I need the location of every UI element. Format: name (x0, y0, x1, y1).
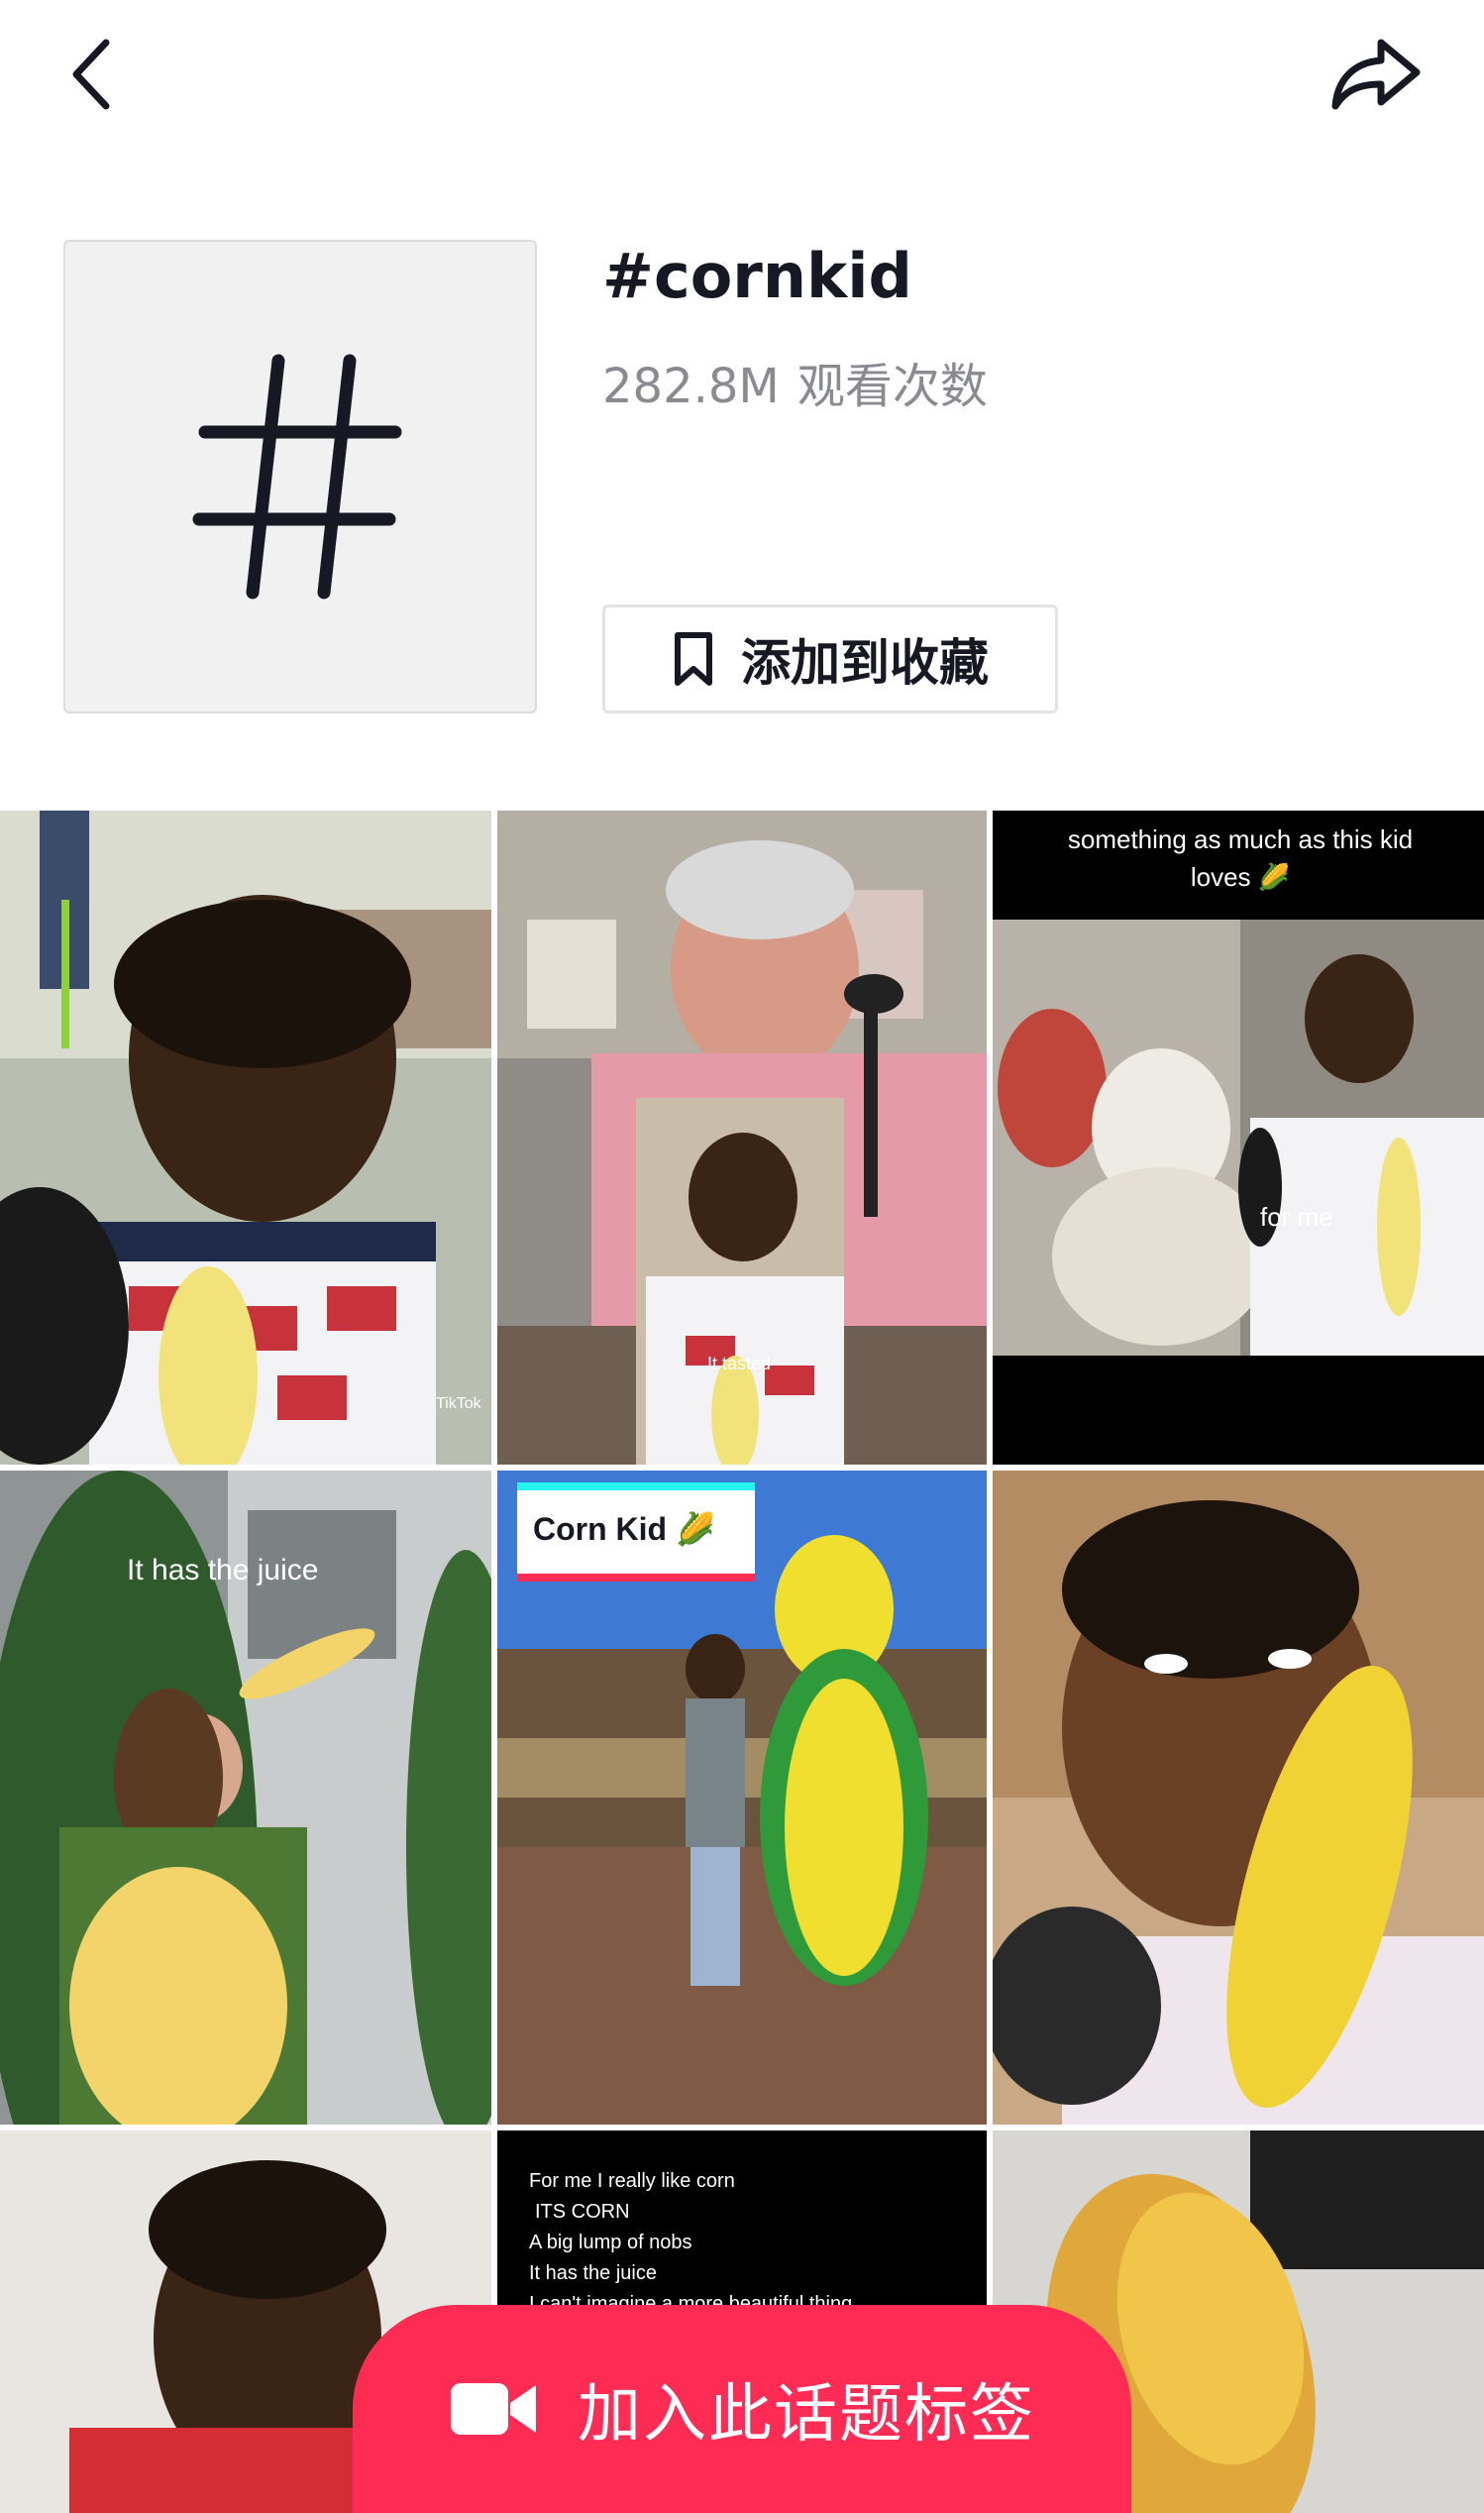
join-hashtag-label: 加入此话题标签 (578, 2378, 1035, 2452)
share-button[interactable] (1323, 30, 1431, 119)
video-thumbnail-image (497, 1471, 987, 2125)
video-caption: It tasted (707, 1354, 772, 1373)
video-thumbnail[interactable]: It tasted (497, 811, 987, 1465)
join-hashtag-button[interactable]: 加入此话题标签 (353, 2305, 1131, 2513)
video-thumbnail-image (0, 811, 491, 1465)
video-thumbnail[interactable]: TikTok (0, 811, 491, 1465)
video-caption: something as much as this kid loves 🌽 (1067, 824, 1414, 892)
hashtag-cover (63, 240, 537, 713)
video-thumbnail-image (993, 811, 1484, 1465)
video-grid: TikTok It tasted something as much as th… (0, 811, 1484, 2513)
video-thumbnail[interactable]: Corn Kid 🌽 (497, 1471, 987, 2125)
top-bar (0, 0, 1484, 159)
video-caption: Corn Kid 🌽 (533, 1511, 715, 1547)
video-thumbnail-image (993, 1471, 1484, 2125)
view-count: 282.8M 观看次数 (602, 347, 988, 416)
hashtag-title: #cornkid (602, 240, 912, 312)
video-thumbnail[interactable]: It has the juice (0, 1471, 491, 2125)
hash-icon (192, 354, 402, 600)
lyrics-line: ITS CORN (535, 2201, 630, 2223)
chevron-left-icon (72, 39, 110, 110)
add-to-favorites-label: 添加到收藏 (741, 634, 989, 692)
video-thumbnail[interactable] (993, 1471, 1484, 2125)
lyrics-line: A big lump of nobs (529, 2232, 692, 2253)
view-count-label: 观看次数 (796, 359, 988, 414)
share-arrow-icon (1331, 39, 1421, 110)
lyrics-line: For me I really like corn (529, 2170, 735, 2192)
lyrics-line: It has the juice (529, 2262, 657, 2284)
add-to-favorites-button[interactable]: 添加到收藏 (602, 604, 1058, 713)
back-button[interactable] (50, 30, 139, 119)
bookmark-icon (675, 632, 712, 686)
video-caption: It has the juice (127, 1554, 319, 1586)
video-thumbnail[interactable]: something as much as this kid loves 🌽 fo… (993, 811, 1484, 1465)
lyrics-caption: For me I really like corn ITS CORN A big… (529, 2166, 852, 2320)
video-camera-icon (451, 2383, 536, 2435)
view-count-number: 282.8M (602, 359, 780, 414)
video-overlay-text: for me (1260, 1202, 1333, 1232)
watermark-text: TikTok (436, 1395, 481, 1412)
